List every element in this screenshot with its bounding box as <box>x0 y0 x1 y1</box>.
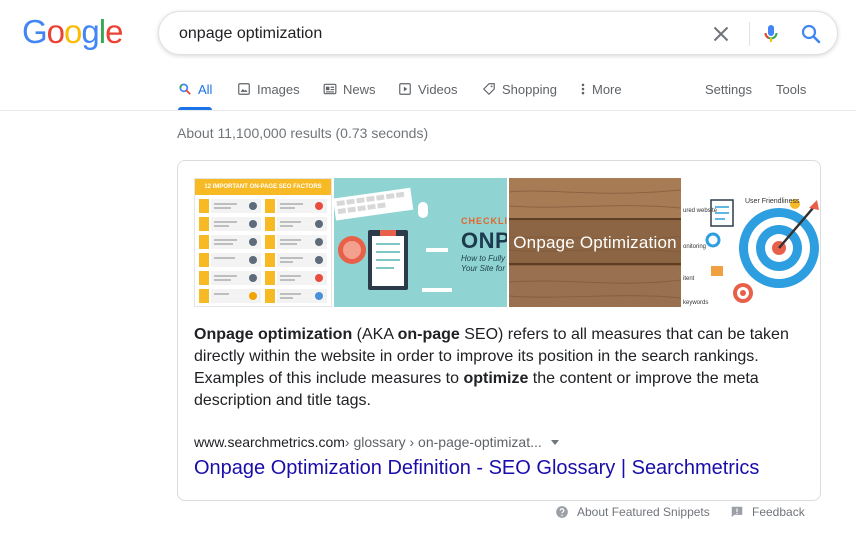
tab-news[interactable]: News <box>323 68 376 110</box>
tab-videos[interactable]: Videos <box>398 68 458 110</box>
logo-letter: e <box>105 13 123 50</box>
mic-icon <box>764 25 778 42</box>
image-icon <box>238 83 250 95</box>
divider <box>749 22 750 46</box>
clear-button[interactable] <box>709 22 733 46</box>
image-thumbnail[interactable]: 12 IMPORTANT ON-PAGE SEO FACTORS <box>194 178 332 307</box>
image-carousel: 12 IMPORTANT ON-PAGE SEO FACTORS CHECKL … <box>194 178 820 307</box>
thumb-text: Onpage Optimization <box>513 233 677 252</box>
thumb-text: How to Fully Your Site for <box>461 254 505 274</box>
infographic-header: 12 IMPORTANT ON-PAGE SEO FACTORS <box>195 179 331 195</box>
tab-label: Tools <box>776 81 807 97</box>
tag-icon <box>483 83 495 95</box>
feedback-icon <box>731 506 743 518</box>
thumb-text: itent <box>683 276 695 282</box>
tab-shopping[interactable]: Shopping <box>482 68 557 110</box>
video-icon <box>399 83 411 95</box>
tab-images[interactable]: Images <box>237 68 300 110</box>
help-icon <box>556 506 568 518</box>
tab-label: Images <box>257 81 300 97</box>
result-title-link[interactable]: Onpage Optimization Definition - SEO Glo… <box>194 457 759 480</box>
result-cite: www.searchmetrics.com › glossary › on-pa… <box>194 434 560 450</box>
tab-all[interactable]: All <box>178 68 213 110</box>
thumb-text: ured website <box>683 208 718 214</box>
feedback-label: Feedback <box>752 505 805 519</box>
logo-letter: o <box>46 13 65 50</box>
close-icon <box>713 26 729 42</box>
tab-label: Shopping <box>502 81 557 97</box>
logo-letter: G <box>22 13 48 50</box>
cite-domain: www.searchmetrics.com <box>194 434 345 450</box>
result-stats: About 11,100,000 results (0.73 seconds) <box>177 125 429 141</box>
tab-label: Settings <box>705 81 752 97</box>
snippet-run: (AKA <box>352 326 398 343</box>
search-icon <box>179 83 191 95</box>
image-thumbnail[interactable]: Onpage Optimization <box>509 178 681 307</box>
tab-more[interactable]: More <box>580 68 622 110</box>
tab-label: More <box>592 81 622 97</box>
featured-snippet-card: 12 IMPORTANT ON-PAGE SEO FACTORS CHECKL … <box>177 160 821 501</box>
about-label: About Featured Snippets <box>577 505 710 519</box>
tab-label: Videos <box>418 81 458 97</box>
thumb-subline: How to Fully <box>461 254 506 263</box>
thumb-text: User Friendliness <box>745 198 800 205</box>
thumb-subline: Your Site for <box>461 264 506 273</box>
thumb-text: keywords <box>683 300 709 306</box>
logo-letter: g <box>81 13 99 50</box>
google-logo[interactable]: Google <box>22 13 123 50</box>
image-thumbnail[interactable]: CHECKLIST ONPA How to FullyYour Site for <box>334 178 507 307</box>
voice-search-button[interactable] <box>759 22 783 46</box>
thumb-text: onitoring <box>683 244 707 250</box>
search-button[interactable] <box>799 22 823 46</box>
header-divider <box>0 110 856 111</box>
tab-label: News <box>343 81 376 97</box>
thumb-text: CHECKLIST <box>461 216 507 226</box>
thumb-text: ONPA <box>461 228 507 253</box>
snippet-bold: Onpage optimization <box>194 326 353 343</box>
search-icon <box>801 24 821 44</box>
logo-letter: o <box>64 13 82 50</box>
news-icon <box>323 83 337 95</box>
search-tabs: All Images News Videos Shopping More Set… <box>168 68 856 110</box>
more-vert-icon <box>581 83 585 95</box>
image-thumbnail[interactable]: User Friendliness ured website onitoring… <box>683 178 820 307</box>
about-featured-snippets[interactable]: About Featured Snippets <box>555 505 710 519</box>
snippet-bold: optimize <box>463 370 529 387</box>
infographic-graphic <box>199 199 327 303</box>
search-input[interactable] <box>179 23 679 45</box>
tab-settings[interactable]: Settings <box>705 68 752 110</box>
snippet-text: Onpage optimization (AKA on-page SEO) re… <box>194 324 794 412</box>
feedback-button[interactable]: Feedback <box>730 505 805 519</box>
snippet-bold: on-page <box>397 326 460 343</box>
cite-path: › glossary › on-page-optimizat... <box>344 434 542 450</box>
caret-down-icon[interactable] <box>550 437 560 447</box>
search-box[interactable] <box>158 11 838 55</box>
tab-label: All <box>198 81 213 97</box>
tab-tools[interactable]: Tools <box>776 68 806 110</box>
